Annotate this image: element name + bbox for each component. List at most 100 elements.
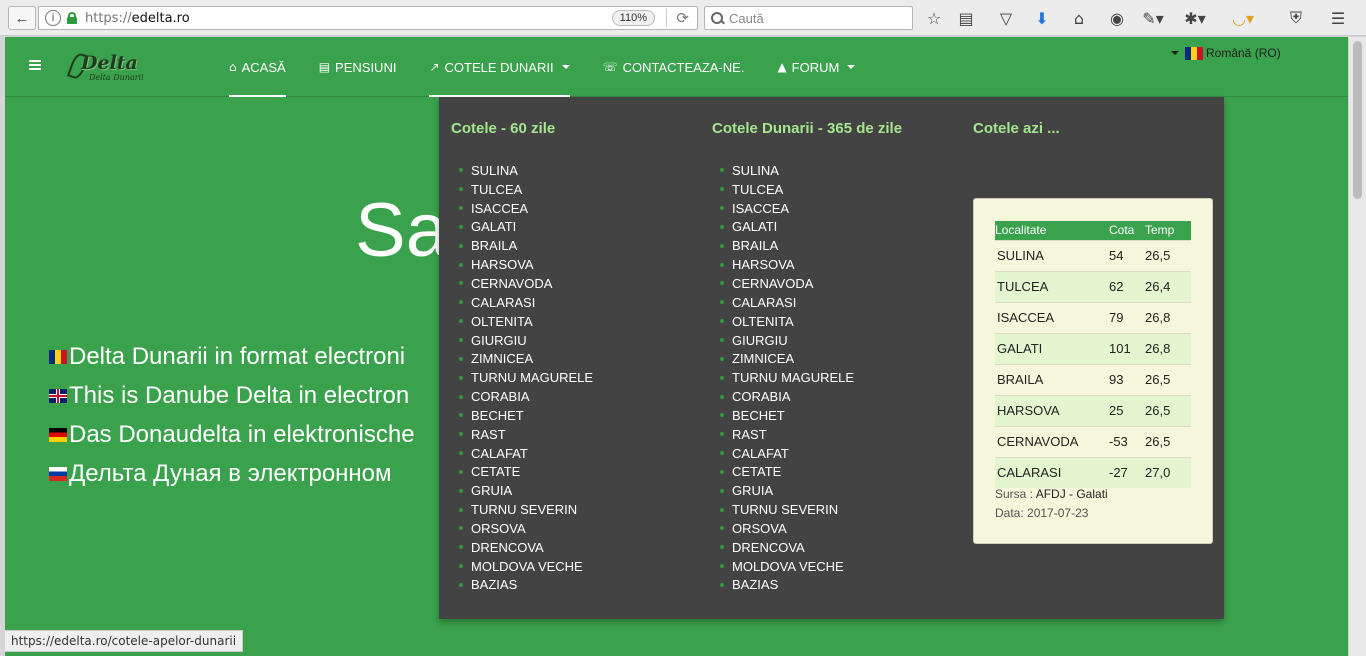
caret-down-icon — [561, 65, 570, 69]
site-logo[interactable]: Delta Delta Dunarii — [66, 49, 149, 87]
station-link[interactable]: SULINA — [459, 161, 593, 180]
table-row: GALATI 101 26,8 — [995, 332, 1191, 364]
station-link[interactable]: CERNAVODA — [459, 274, 593, 293]
hero-line-text: This is Danube Delta in electron — [69, 382, 410, 409]
station-link[interactable]: BECHET — [459, 406, 593, 425]
station-link[interactable]: ORSOVA — [720, 519, 854, 538]
zoom-indicator[interactable]: 110% — [611, 10, 655, 26]
station-link[interactable]: DRENCOVA — [720, 538, 854, 557]
station-link[interactable]: CORABIA — [720, 387, 854, 406]
station-link[interactable]: DRENCOVA — [459, 538, 593, 557]
hero-line-ro[interactable]: Delta Dunarii in format electroni — [49, 343, 405, 371]
station-link[interactable]: HARSOVA — [459, 255, 593, 274]
station-link[interactable]: TULCEA — [720, 180, 854, 199]
cell-temp: 26,4 — [1145, 270, 1191, 302]
col-title-cotele-azi[interactable]: Cotele azi ... — [973, 120, 1060, 137]
station-link[interactable]: BAZIAS — [720, 576, 854, 595]
cell-localitate: TULCEA — [995, 270, 1109, 302]
nav-item-cotele-dunarii[interactable]: ↗ COTELE DUNARII — [429, 37, 570, 97]
station-link[interactable]: GALATI — [459, 218, 593, 237]
station-link[interactable]: CETATE — [459, 463, 593, 482]
col-title-60-zile[interactable]: Cotele - 60 zile — [451, 120, 555, 137]
hero-line-ru[interactable]: Дельта Дуная в электронном — [49, 460, 392, 488]
browser-toolbar: ← i https://edelta.ro 110% ⟳ Caută ☆ ▤ ▽… — [0, 0, 1366, 36]
hero-title: Sa — [355, 188, 448, 273]
hero-line-en[interactable]: This is Danube Delta in electron — [49, 382, 409, 410]
pocket-icon[interactable]: ▽ — [996, 8, 1016, 28]
bookmark-star-icon[interactable]: ☆ — [924, 8, 944, 28]
table-row: BRAILA 93 26,5 — [995, 363, 1191, 395]
extension-rainbow-icon[interactable]: ◡▾ — [1232, 8, 1254, 28]
station-link[interactable]: ORSOVA — [459, 519, 593, 538]
station-link[interactable]: SULINA — [720, 161, 854, 180]
station-link[interactable]: TURNU MAGURELE — [720, 368, 854, 387]
nav-item-acasa[interactable]: ⌂ ACASĂ — [229, 37, 286, 97]
station-link[interactable]: GIURGIU — [459, 331, 593, 350]
extension-bug-icon[interactable]: ✱▾ — [1184, 8, 1205, 28]
station-link[interactable]: GRUIA — [720, 481, 854, 500]
table-row: CERNAVODA -53 26,5 — [995, 425, 1191, 457]
station-link[interactable]: CORABIA — [459, 387, 593, 406]
station-link[interactable]: BAZIAS — [459, 576, 593, 595]
station-link[interactable]: CALAFAT — [720, 444, 854, 463]
home-icon[interactable]: ⌂ — [1069, 8, 1089, 28]
station-link[interactable]: MOLDOVA VECHE — [720, 557, 854, 576]
url-bar[interactable]: i https://edelta.ro 110% ⟳ — [38, 6, 698, 30]
station-link[interactable]: GIURGIU — [720, 331, 854, 350]
cell-cota: 25 — [1109, 394, 1145, 426]
station-link[interactable]: BECHET — [720, 406, 854, 425]
station-link[interactable]: TURNU SEVERIN — [720, 500, 854, 519]
page-scrollbar[interactable] — [1348, 37, 1366, 656]
date-line: Data: 2017-07-23 — [995, 506, 1088, 520]
scrollbar-thumb[interactable] — [1353, 41, 1362, 199]
web-page: Delta Delta Dunarii ⌂ ACASĂ ▤ PENSIUNI ↗… — [5, 37, 1348, 656]
station-link[interactable]: GALATI — [720, 218, 854, 237]
nav-item-forum[interactable]: ▲ FORUM — [777, 37, 856, 97]
station-link[interactable]: TURNU SEVERIN — [459, 500, 593, 519]
hero-line-de[interactable]: Das Donaudelta in elektronische — [49, 421, 415, 449]
station-link[interactable]: ZIMNICEA — [720, 349, 854, 368]
station-link[interactable]: BRAILA — [720, 236, 854, 255]
cotele-table: Localitate Cota Temp SULINA 54 26,5 TULCEA 6… — [995, 221, 1191, 488]
reload-icon[interactable]: ⟳ — [676, 9, 689, 27]
station-link[interactable]: OLTENITA — [720, 312, 854, 331]
home-icon: ⌂ — [229, 60, 237, 74]
station-link[interactable]: HARSOVA — [720, 255, 854, 274]
reading-list-icon[interactable]: ▤ — [956, 8, 976, 28]
menu-icon[interactable]: ☰ — [1328, 8, 1348, 28]
station-link[interactable]: RAST — [720, 425, 854, 444]
search-input[interactable]: Caută — [704, 6, 913, 30]
hero-line-text: Дельта Дуная в электронном — [69, 460, 392, 487]
station-link[interactable]: ISACCEA — [720, 199, 854, 218]
station-link[interactable]: CALARASI — [720, 293, 854, 312]
extension-tools-icon[interactable]: ✎▾ — [1142, 8, 1163, 28]
extension-globe-icon[interactable]: ◉ — [1107, 8, 1127, 28]
station-link[interactable]: CETATE — [720, 463, 854, 482]
station-link[interactable]: TULCEA — [459, 180, 593, 199]
station-link[interactable]: CERNAVODA — [720, 274, 854, 293]
nav-item-contact[interactable]: ☏ CONTACTEAZA-NE. — [603, 37, 745, 97]
language-selector[interactable]: Română (RO) — [1171, 46, 1281, 60]
main-menu: ⌂ ACASĂ ▤ PENSIUNI ↗ COTELE DUNARII ☏ CO… — [229, 37, 888, 97]
russian-flag-icon — [49, 467, 67, 481]
station-link[interactable]: MOLDOVA VECHE — [459, 557, 593, 576]
station-link[interactable]: GRUIA — [459, 481, 593, 500]
station-link[interactable]: OLTENITA — [459, 312, 593, 331]
station-link[interactable]: CALAFAT — [459, 444, 593, 463]
shield-icon[interactable]: ⛨ — [1286, 8, 1306, 28]
downloads-icon[interactable]: ⬇ — [1032, 8, 1052, 28]
info-icon[interactable]: i — [45, 10, 61, 26]
nav-item-pensiuni[interactable]: ▤ PENSIUNI — [319, 37, 397, 97]
station-link[interactable]: ZIMNICEA — [459, 349, 593, 368]
station-link[interactable]: RAST — [459, 425, 593, 444]
back-button[interactable]: ← — [8, 6, 36, 30]
station-link[interactable]: CALARASI — [459, 293, 593, 312]
col-title-365-zile[interactable]: Cotele Dunarii - 365 de zile — [712, 120, 902, 137]
cell-cota: -53 — [1109, 425, 1145, 457]
date-value: 2017-07-23 — [1027, 506, 1089, 520]
cotele-dropdown-menu: Cotele - 60 zile Cotele Dunarii - 365 de… — [439, 97, 1224, 619]
station-link[interactable]: BRAILA — [459, 236, 593, 255]
hamburger-menu-icon[interactable] — [29, 60, 41, 70]
station-link[interactable]: TURNU MAGURELE — [459, 368, 593, 387]
station-link[interactable]: ISACCEA — [459, 199, 593, 218]
